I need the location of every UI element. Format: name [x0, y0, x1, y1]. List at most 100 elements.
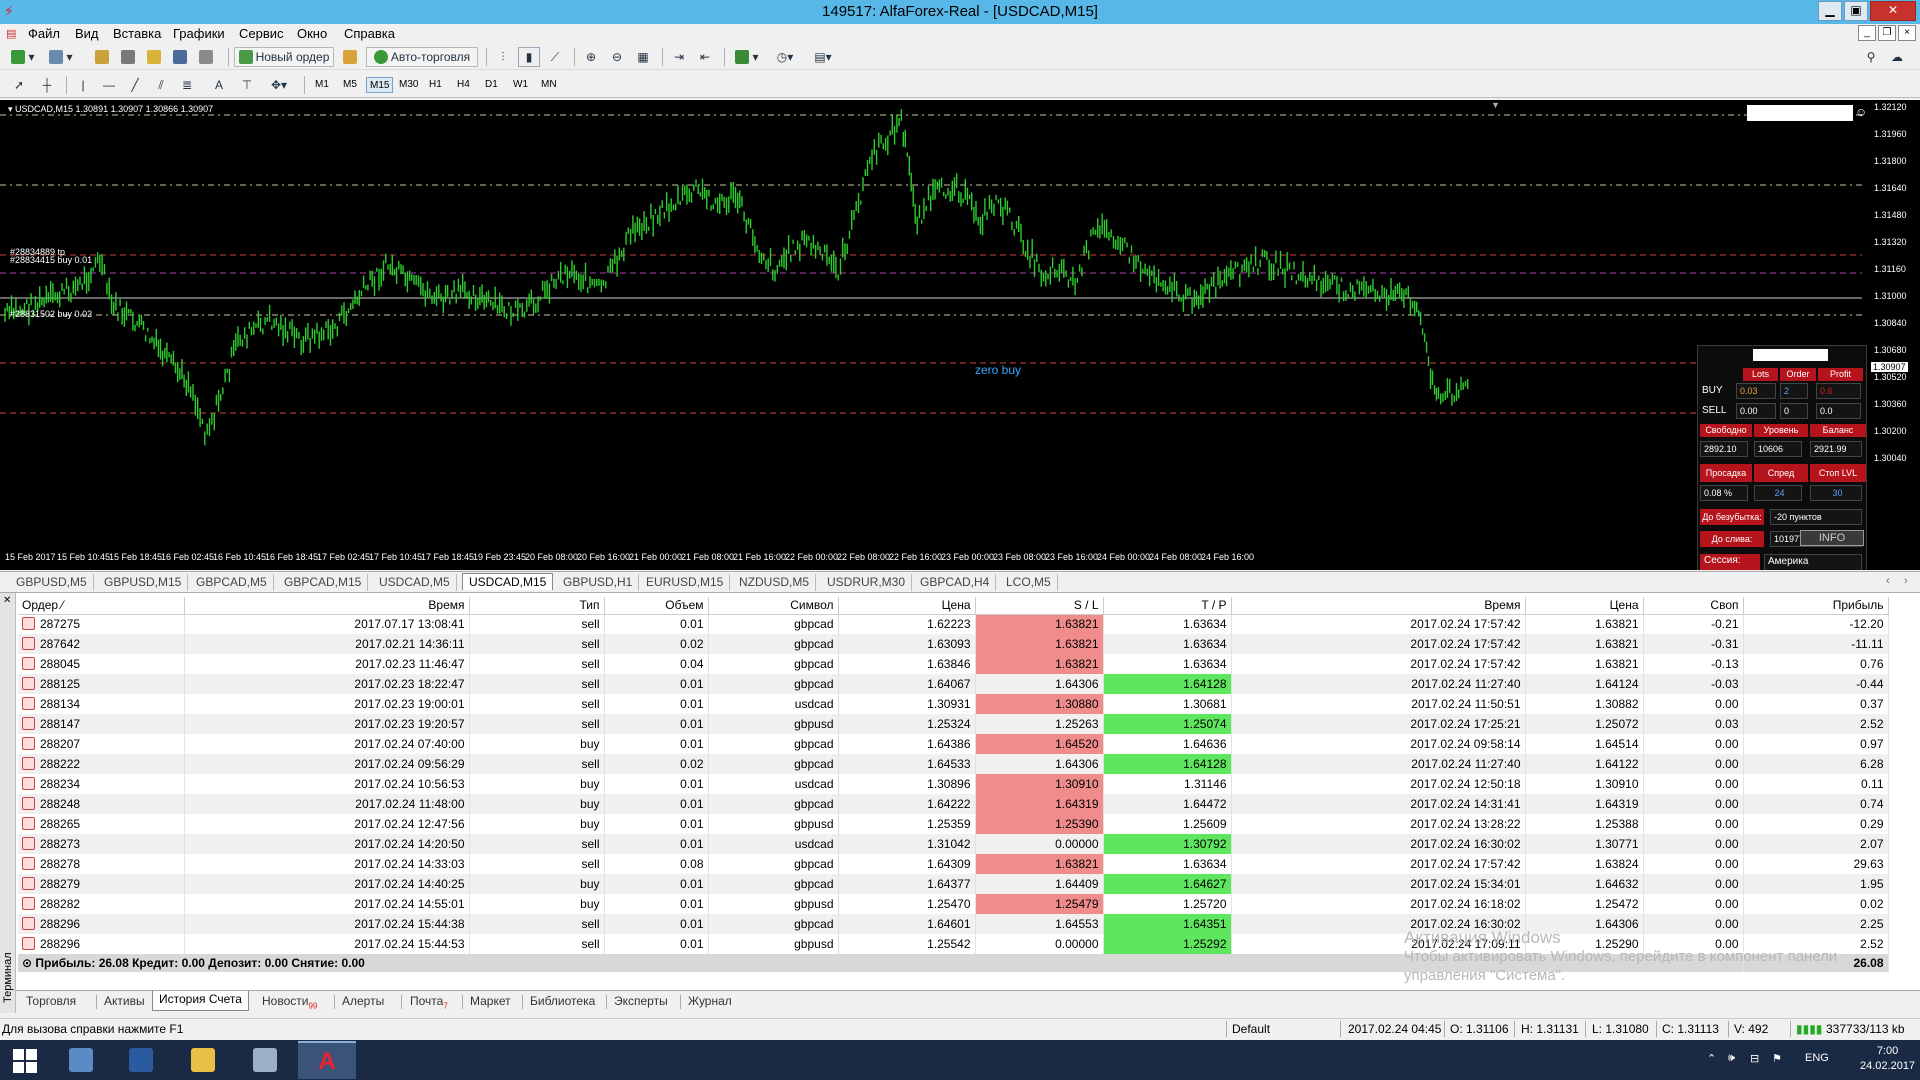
mdi-close-button[interactable]: × [1898, 25, 1916, 41]
vertical-line-icon[interactable]: | [72, 75, 94, 95]
chart-tab[interactable]: GBPUSD,H1 [557, 574, 640, 591]
tab-scroll-right-icon[interactable]: › [1904, 575, 1908, 587]
taskbar-server-manager[interactable] [52, 1041, 110, 1079]
chart-tab[interactable]: GBPCAD,M5 [190, 574, 274, 591]
terminal-close-icon[interactable]: ✕ [3, 595, 11, 606]
chart-tab[interactable]: NZDUSD,M5 [733, 574, 817, 591]
terminal-tab-history[interactable]: История Счета [152, 991, 249, 1011]
status-profile[interactable]: Default [1232, 1022, 1270, 1036]
history-row[interactable]: 288222 2017.02.24 09:56:29 sell 0.02 gbpcad 1… [18, 754, 1889, 774]
terminal-tab-trade[interactable]: Торговля [20, 993, 82, 1011]
zoom-in-icon[interactable]: ⊕ [580, 47, 602, 67]
market-watch-icon[interactable] [92, 47, 114, 67]
new-order-button[interactable]: Новый ордер [234, 47, 334, 67]
terminal-tab-library[interactable]: Библиотека [524, 993, 601, 1011]
tray-flag-icon[interactable]: ⚑ [1772, 1052, 1782, 1065]
timeframe-h1[interactable]: H1 [426, 77, 445, 93]
history-row[interactable]: 288147 2017.02.23 19:20:57 sell 0.01 gbpusd 1… [18, 714, 1889, 734]
menu-insert[interactable]: Вставка [113, 26, 161, 41]
channel-icon[interactable]: ⫽ [150, 75, 172, 95]
crosshair-icon[interactable]: ┼ [36, 75, 58, 95]
chart-tab[interactable]: GBPUSD,M5 [10, 574, 94, 591]
taskbar-powershell[interactable] [112, 1041, 170, 1079]
tray-speaker-icon[interactable]: 🕪 [1728, 1052, 1735, 1065]
periods-clock-icon[interactable]: ◷▾ [768, 47, 802, 67]
price-chart[interactable]: ▾ USDCAD,M15 1.30891 1.30907 1.30866 1.3… [0, 100, 1920, 570]
tray-clock[interactable]: 7:00 24.02.2017 [1860, 1044, 1915, 1074]
history-row[interactable]: 288279 2017.02.24 14:40:25 buy 0.01 gbpcad 1.… [18, 874, 1889, 894]
tile-windows-icon[interactable]: ▦ [632, 47, 654, 67]
timeframe-m5[interactable]: M5 [340, 77, 360, 93]
timeframe-m30[interactable]: M30 [396, 77, 421, 93]
chart-tab[interactable]: GBPUSD,M15 [98, 574, 189, 591]
tray-chevron-icon[interactable]: ⌃ [1707, 1052, 1716, 1065]
cursor-icon[interactable]: ➚ [8, 75, 30, 95]
terminal-tab-market[interactable]: Маркет [464, 993, 517, 1011]
chart-tab[interactable]: USDRUR,M30 [821, 574, 913, 591]
timeframe-mn[interactable]: MN [538, 77, 560, 93]
bar-chart-icon[interactable]: ⫶ [492, 47, 514, 67]
menu-file[interactable]: Файл [28, 26, 60, 41]
terminal-tab-assets[interactable]: Активы [98, 993, 151, 1011]
col-volume[interactable]: Объем [604, 597, 709, 615]
history-row[interactable]: 288265 2017.02.24 12:47:56 buy 0.01 gbpusd 1.… [18, 814, 1889, 834]
mdi-restore-button[interactable]: ❐ [1878, 25, 1896, 41]
line-chart-icon[interactable]: ⟋ [544, 47, 566, 67]
auto-trading-button[interactable]: Авто-торговля [366, 47, 478, 67]
taskbar-explorer[interactable] [174, 1041, 232, 1079]
timeframe-m15[interactable]: M15 [366, 77, 394, 93]
history-row[interactable]: 288234 2017.02.24 10:56:53 buy 0.01 usdcad 1.… [18, 774, 1889, 794]
tray-language[interactable]: ENG [1805, 1052, 1829, 1064]
terminal-tab-news[interactable]: Новости99 [256, 993, 323, 1011]
history-row[interactable]: 288045 2017.02.23 11:46:47 sell 0.04 gbpcad 1… [18, 654, 1889, 674]
menu-view[interactable]: Вид [75, 26, 99, 41]
terminal-tab-mail[interactable]: Почта7 [404, 993, 454, 1011]
chart-tab[interactable]: USDCAD,M5 [373, 574, 457, 591]
chart-tab[interactable]: LCO,M5 [1000, 574, 1058, 591]
history-row[interactable]: 287275 2017.07.17 13:08:41 sell 0.01 gbpcad 1… [18, 614, 1889, 634]
chart-canvas[interactable] [0, 100, 1920, 570]
menu-window[interactable]: Окно [297, 26, 327, 41]
history-row[interactable]: 287642 2017.02.21 14:36:11 sell 0.02 gbpcad 1… [18, 634, 1889, 654]
chat-icon[interactable]: ☁ [1886, 47, 1908, 67]
terminal-tab-journal[interactable]: Журнал [682, 993, 738, 1011]
terminal-icon[interactable] [170, 47, 192, 67]
history-row[interactable]: 288282 2017.02.24 14:55:01 buy 0.01 gbpusd 1.… [18, 894, 1889, 914]
candlestick-icon[interactable]: ▮ [518, 47, 540, 67]
info-button[interactable]: INFO [1800, 530, 1864, 546]
col-profit[interactable]: Прибыль [1743, 597, 1889, 615]
zoom-out-icon[interactable]: ⊖ [606, 47, 628, 67]
chart-shift-icon[interactable]: ⇥ [668, 47, 690, 67]
start-button[interactable] [0, 1041, 58, 1079]
shapes-icon[interactable]: ✥▾ [264, 75, 294, 95]
text-icon[interactable]: A [208, 75, 230, 95]
close-button[interactable]: ✕ [1870, 1, 1916, 21]
autoscroll-icon[interactable]: ⇤ [694, 47, 716, 67]
menu-help[interactable]: Справка [344, 26, 395, 41]
history-row[interactable]: 288278 2017.02.24 14:33:03 sell 0.08 gbpcad 1… [18, 854, 1889, 874]
trendline-icon[interactable]: ╱ [124, 75, 146, 95]
col-open-time[interactable]: Время [184, 597, 470, 615]
history-row[interactable]: 288207 2017.02.24 07:40:00 buy 0.01 gbpcad 1.… [18, 734, 1889, 754]
history-row[interactable]: 288273 2017.02.24 14:20:50 sell 0.01 usdcad 1… [18, 834, 1889, 854]
col-price[interactable]: Цена [838, 597, 976, 615]
col-tp[interactable]: T / P [1103, 597, 1232, 615]
document-icon[interactable]: ▤ [6, 27, 16, 40]
history-row[interactable]: 288134 2017.02.23 19:00:01 sell 0.01 usdcad 1… [18, 694, 1889, 714]
timeframe-d1[interactable]: D1 [482, 77, 501, 93]
timeframe-h4[interactable]: H4 [454, 77, 473, 93]
maximize-button[interactable]: ▣ [1844, 1, 1868, 21]
history-row[interactable]: 288248 2017.02.24 11:48:00 buy 0.01 gbpcad 1.… [18, 794, 1889, 814]
col-sl[interactable]: S / L [975, 597, 1104, 615]
col-close-time[interactable]: Время [1231, 597, 1526, 615]
taskbar-alfaforex[interactable]: A [298, 1041, 356, 1079]
metaeditor-icon[interactable] [340, 47, 362, 67]
timeframe-w1[interactable]: W1 [510, 77, 531, 93]
menu-charts[interactable]: Графики [173, 26, 225, 41]
chart-tab-active[interactable]: USDCAD,M15 [462, 573, 554, 590]
data-window-icon[interactable] [118, 47, 140, 67]
menu-tools[interactable]: Сервис [239, 26, 284, 41]
minimize-button[interactable]: ▁ [1818, 1, 1842, 21]
templates-icon[interactable]: ▤▾ [806, 47, 840, 67]
timeframe-m1[interactable]: M1 [312, 77, 332, 93]
